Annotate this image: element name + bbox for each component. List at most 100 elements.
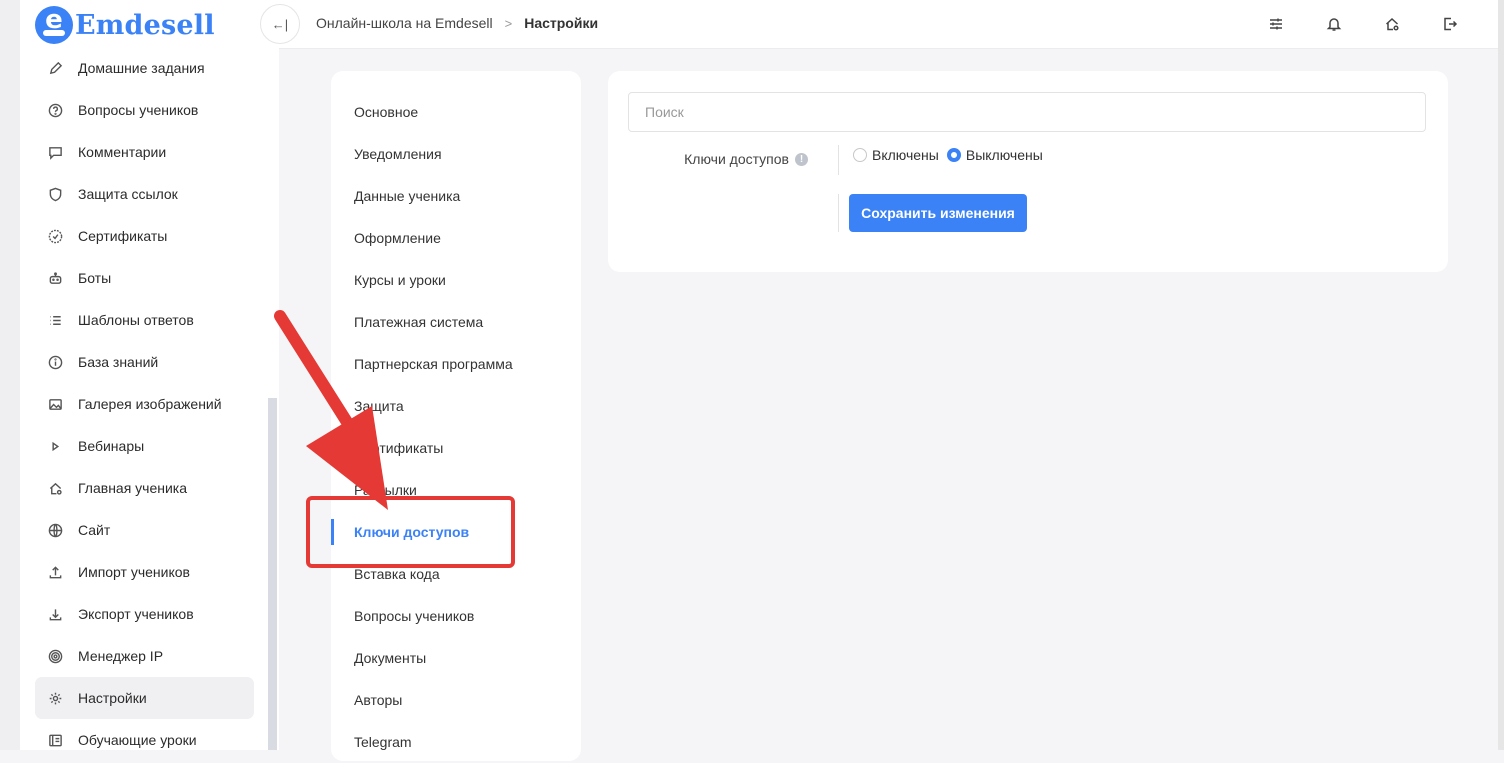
settings-tab-certificates[interactable]: Сертификаты (331, 427, 581, 469)
settings-tab-courses[interactable]: Курсы и уроки (331, 259, 581, 301)
sidebar-item-label: Шаблоны ответов (78, 312, 194, 328)
sidebar-item-comments[interactable]: Комментарии (35, 131, 254, 173)
play-icon (47, 438, 63, 454)
chevron-right-icon: > (504, 15, 513, 31)
divider (838, 145, 839, 175)
sidebar-item-label: Вопросы учеников (78, 102, 199, 118)
breadcrumb: Онлайн-школа на Emdesell > Настройки (316, 15, 598, 31)
settings-tab-authors[interactable]: Авторы (331, 679, 581, 721)
lessons-icon (47, 732, 63, 748)
settings-tab-documents[interactable]: Документы (331, 637, 581, 679)
sidebar: e Emdesell Домашние задания Вопросы учен… (20, 0, 279, 750)
sidebar-item-label: Боты (78, 270, 112, 286)
target-icon (47, 648, 63, 664)
sidebar-item-homework[interactable]: Домашние задания (35, 47, 254, 89)
sidebar-item-label: Сертификаты (78, 228, 168, 244)
sidebar-menu: Домашние задания Вопросы учеников Коммен… (35, 47, 254, 750)
sidebar-item-answer-templates[interactable]: Шаблоны ответов (35, 299, 254, 341)
home-gear-icon[interactable] (1382, 14, 1402, 34)
logo[interactable]: e Emdesell (35, 5, 215, 45)
radio-disabled[interactable]: Выключены (946, 147, 1043, 163)
sidebar-item-label: Менеджер IP (78, 648, 164, 664)
radio-label: Выключены (965, 147, 1043, 163)
field-label-text: Ключи доступов (684, 151, 789, 167)
settings-tab-code-insert[interactable]: Вставка кода (331, 553, 581, 595)
list-icon (47, 312, 63, 328)
left-edge-strip (0, 0, 20, 750)
settings-tab-telegram[interactable]: Telegram (331, 721, 581, 763)
sidebar-item-label: Домашние задания (78, 60, 205, 76)
settings-tab-access-keys[interactable]: Ключи доступов (331, 511, 581, 553)
collapse-icon: ←| (271, 16, 289, 32)
bot-icon (47, 270, 63, 286)
access-keys-card: Ключи доступов ! Включены Выключены Сохр… (608, 71, 1448, 272)
shield-icon (47, 186, 63, 202)
pencil-icon (47, 60, 63, 76)
sidebar-item-tutorials[interactable]: Обучающие уроки (35, 719, 254, 750)
settings-tab-notifications[interactable]: Уведомления (331, 133, 581, 175)
globe-icon (47, 522, 63, 538)
settings-tab-mailings[interactable]: Рассылки (331, 469, 581, 511)
collapse-sidebar-button[interactable]: ←| (260, 4, 300, 44)
sidebar-item-image-gallery[interactable]: Галерея изображений (35, 383, 254, 425)
settings-tab-general[interactable]: Основное (331, 91, 581, 133)
upload-icon (47, 564, 63, 580)
sidebar-item-ip-manager[interactable]: Менеджер IP (35, 635, 254, 677)
gear-icon (47, 690, 63, 706)
sidebar-item-link-protection[interactable]: Защита ссылок (35, 173, 254, 215)
access-keys-label: Ключи доступов ! (684, 151, 808, 167)
sidebar-item-knowledge-base[interactable]: База знаний (35, 341, 254, 383)
question-circle-icon (47, 102, 63, 118)
image-icon (47, 396, 63, 412)
save-changes-button[interactable]: Сохранить изменения (849, 194, 1027, 232)
sidebar-item-label: Комментарии (78, 144, 167, 160)
bell-icon[interactable] (1324, 14, 1344, 34)
sidebar-item-label: Сайт (78, 522, 111, 538)
settings-tab-affiliate[interactable]: Партнерская программа (331, 343, 581, 385)
sidebar-item-certificates[interactable]: Сертификаты (35, 215, 254, 257)
access-keys-radio-group: Включены Выключены (853, 147, 1051, 163)
info-icon[interactable]: ! (795, 152, 808, 166)
sidebar-item-bots[interactable]: Боты (35, 257, 254, 299)
settings-tab-student-questions[interactable]: Вопросы учеников (331, 595, 581, 637)
breadcrumb-current: Настройки (524, 15, 599, 31)
sidebar-item-student-questions[interactable]: Вопросы учеников (35, 89, 254, 131)
sliders-icon[interactable] (1266, 14, 1286, 34)
sidebar-item-settings[interactable]: Настройки (35, 677, 254, 719)
settings-tab-student-data[interactable]: Данные ученика (331, 175, 581, 217)
sidebar-item-label: База знаний (78, 354, 159, 370)
sidebar-item-site[interactable]: Сайт (35, 509, 254, 551)
sidebar-item-label: Защита ссылок (78, 186, 178, 202)
info-circle-icon (47, 354, 63, 370)
radio-enabled[interactable]: Включены (853, 147, 939, 163)
home-gear-icon (47, 480, 63, 496)
sidebar-item-label: Галерея изображений (78, 396, 222, 412)
search-input[interactable] (628, 92, 1426, 132)
sidebar-item-label: Настройки (78, 690, 147, 706)
settings-tab-design[interactable]: Оформление (331, 217, 581, 259)
sidebar-item-export-students[interactable]: Экспорт учеников (35, 593, 254, 635)
settings-tab-protection[interactable]: Защита (331, 385, 581, 427)
logout-icon[interactable] (1440, 14, 1460, 34)
sidebar-item-webinars[interactable]: Вебинары (35, 425, 254, 467)
radio-unchecked-icon (853, 148, 867, 162)
radio-checked-icon (946, 148, 961, 162)
divider (838, 194, 839, 232)
sidebar-item-label: Главная ученика (78, 480, 188, 496)
right-edge-strip (1498, 0, 1504, 750)
settings-nav: Основное Уведомления Данные ученика Офор… (331, 71, 581, 761)
header-actions (1266, 14, 1498, 34)
breadcrumb-school-link[interactable]: Онлайн-школа на Emdesell (316, 15, 493, 31)
top-bar: ←| Онлайн-школа на Emdesell > Настройки (260, 0, 1498, 49)
radio-label: Включены (872, 147, 939, 163)
comment-icon (47, 144, 63, 160)
sidebar-item-import-students[interactable]: Импорт учеников (35, 551, 254, 593)
logo-text: Emdesell (75, 9, 215, 41)
certificate-icon (47, 228, 63, 244)
settings-tab-payment[interactable]: Платежная система (331, 301, 581, 343)
sidebar-item-label: Вебинары (78, 438, 145, 454)
sidebar-item-label: Импорт учеников (78, 564, 190, 580)
sidebar-scrollbar[interactable] (268, 398, 277, 750)
sidebar-item-label: Обучающие уроки (78, 732, 197, 748)
sidebar-item-student-home[interactable]: Главная ученика (35, 467, 254, 509)
